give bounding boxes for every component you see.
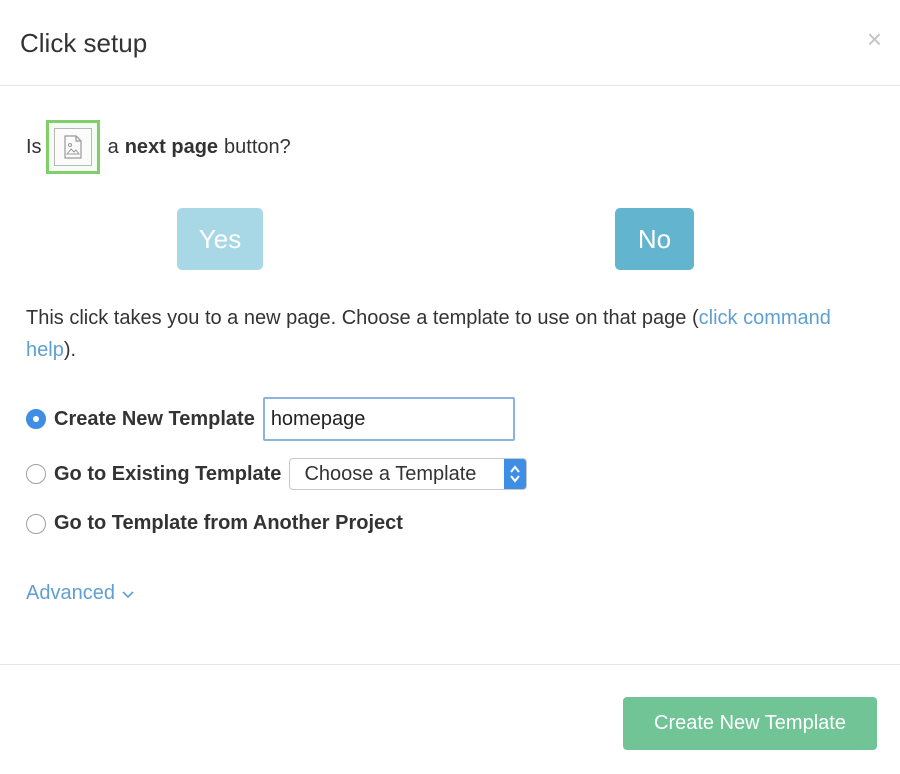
dialog-header: Click setup × bbox=[0, 0, 900, 86]
chevron-down-icon bbox=[122, 590, 134, 598]
question-middle: a bbox=[107, 135, 119, 158]
template-select[interactable]: Choose a Template bbox=[289, 458, 528, 490]
advanced-toggle[interactable]: Advanced bbox=[26, 582, 135, 605]
existing-template-radio[interactable] bbox=[26, 464, 46, 484]
advanced-label[interactable]: Advanced bbox=[26, 582, 115, 605]
another-project-label[interactable]: Go to Template from Another Project bbox=[54, 512, 403, 535]
option-create-new-template[interactable]: Create New Template bbox=[26, 397, 515, 441]
create-new-template-radio[interactable] bbox=[26, 409, 46, 429]
element-thumbnail bbox=[45, 120, 100, 174]
dialog-title: Click setup bbox=[20, 28, 148, 58]
another-project-radio[interactable] bbox=[26, 513, 46, 534]
question-bold: next page bbox=[124, 135, 219, 158]
no-button[interactable]: No bbox=[615, 208, 694, 270]
description-text: This click takes you to a new page. Choo… bbox=[26, 302, 846, 366]
question-suffix: button? bbox=[224, 135, 291, 158]
footer-divider bbox=[0, 664, 900, 665]
question-row: Is a next page button? bbox=[26, 118, 291, 176]
option-existing-template[interactable]: Go to Existing Template Choose a Templat… bbox=[26, 458, 528, 490]
template-name-input[interactable] bbox=[262, 397, 515, 441]
template-select-value: Choose a Template bbox=[304, 462, 477, 485]
create-new-template-label[interactable]: Create New Template bbox=[54, 408, 255, 431]
create-new-template-button[interactable]: Create New Template bbox=[623, 697, 877, 750]
existing-template-label[interactable]: Go to Existing Template bbox=[54, 463, 281, 486]
image-placeholder-icon bbox=[53, 128, 92, 166]
yes-button[interactable]: Yes bbox=[177, 208, 263, 270]
description-end: ). bbox=[63, 339, 77, 361]
close-icon[interactable]: × bbox=[867, 26, 882, 52]
option-another-project[interactable]: Go to Template from Another Project bbox=[26, 512, 403, 535]
description-body: This click takes you to a new page. Choo… bbox=[26, 307, 699, 329]
question-prefix: Is bbox=[26, 135, 42, 158]
select-arrows-icon bbox=[504, 459, 527, 489]
